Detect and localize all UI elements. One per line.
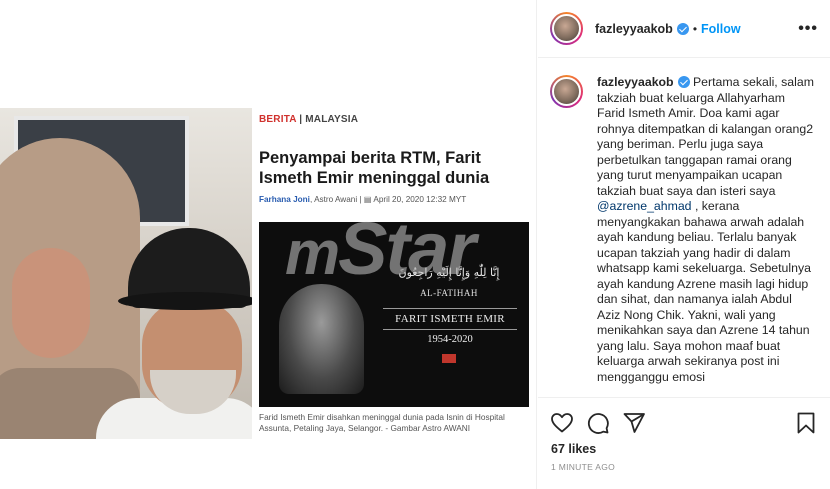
post-header: fazleyyaakob • Follow ••• [538, 0, 830, 58]
memorial-portrait [279, 284, 364, 394]
caption-text: fazleyyaakob Pertama sekali, salam takzi… [597, 75, 814, 384]
likes-count[interactable]: 67 likes [551, 442, 596, 456]
channel-logo [442, 354, 456, 363]
separator-dot: • [692, 21, 698, 36]
post-sidebar: fazleyyaakob • Follow ••• fazleyyaakob P… [538, 0, 830, 489]
mention-link[interactable]: @azrene_ahmad [597, 199, 692, 213]
action-icons [550, 411, 818, 435]
article-image-caption: Farid Ismeth Emir disahkan meninggal dun… [259, 412, 505, 433]
heart-icon[interactable] [550, 411, 574, 435]
post-image[interactable]: BERITA | MALAYSIA Penyampai berita RTM, … [0, 0, 537, 489]
article-category: BERITA | MALAYSIA [259, 114, 359, 125]
share-icon[interactable] [622, 411, 646, 435]
article-meta: Farhana Joni, Astro Awani | ▤ April 20, … [259, 195, 467, 204]
bookmark-icon[interactable] [794, 411, 818, 435]
caption-username[interactable]: fazleyyaakob [597, 75, 674, 89]
caption-comment: fazleyyaakob Pertama sekali, salam takzi… [550, 75, 820, 385]
news-article-screenshot: BERITA | MALAYSIA Penyampai berita RTM, … [252, 108, 536, 439]
article-headline: Penyampai berita RTM, Farit Ismeth Emir … [259, 149, 490, 187]
post-actions: 67 likes 1 MINUTE AGO [538, 397, 830, 489]
al-fatihah-text: AL-FATIHAH [420, 288, 478, 298]
arabic-calligraphy: إِنَّا لِلّٰهِ وَإِنَّا إِلَيْهِ رَاجِعُ… [398, 266, 500, 279]
comments-area[interactable]: fazleyyaakob Pertama sekali, salam takzi… [538, 59, 830, 396]
caption-avatar[interactable] [550, 75, 583, 108]
verified-badge-icon [676, 22, 689, 35]
couple-photo [0, 108, 252, 439]
comment-icon[interactable] [586, 411, 610, 435]
post-timestamp[interactable]: 1 MINUTE AGO [551, 462, 615, 472]
avatar[interactable] [550, 12, 583, 45]
more-options-icon[interactable]: ••• [798, 20, 818, 38]
header-username[interactable]: fazleyyaakob [595, 22, 689, 36]
follow-button[interactable]: Follow [701, 22, 741, 36]
memorial-name: FARIT ISMETH EMIR [383, 308, 517, 330]
memorial-years: 1954-2020 [427, 334, 473, 345]
article-author: Farhana Joni [259, 195, 310, 204]
memorial-image: إِنَّا لِلّٰهِ وَإِنَّا إِلَيْهِ رَاجِعُ… [259, 222, 529, 407]
verified-badge-icon [677, 76, 690, 88]
